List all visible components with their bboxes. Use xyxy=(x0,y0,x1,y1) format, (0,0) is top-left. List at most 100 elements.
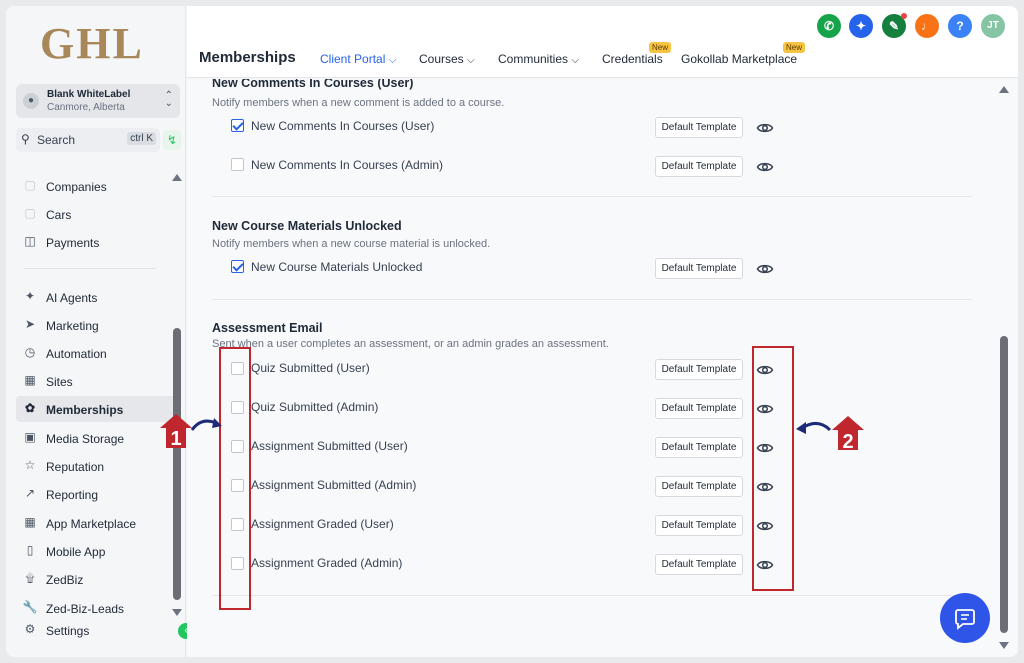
account-switcher[interactable]: ● Blank WhiteLabel Canmore, Alberta ⌃ ⌄ xyxy=(16,84,180,118)
default-template-button[interactable]: Default Template xyxy=(655,437,743,458)
notification-label: New Course Materials Unlocked xyxy=(251,260,423,274)
page-title: Memberships xyxy=(199,49,296,66)
app-window: GHL ● Blank WhiteLabel Canmore, Alberta … xyxy=(6,6,1018,657)
default-template-button[interactable]: Default Template xyxy=(655,258,743,279)
automation-icon: ◷ xyxy=(24,345,36,359)
user-avatar[interactable]: JT xyxy=(981,14,1005,38)
chevron-down-icon: ⌵ xyxy=(571,55,579,66)
bell-icon[interactable]: ♩ xyxy=(915,14,939,38)
brand-logo[interactable]: GHL xyxy=(40,18,144,69)
annotation-number: 1 xyxy=(170,428,181,450)
sidebar-item-label: Mobile App xyxy=(46,545,106,559)
default-template-button[interactable]: Default Template xyxy=(655,515,743,536)
quick-action-bolt-icon[interactable]: ↯ xyxy=(163,130,181,150)
notification-label: Assignment Submitted (User) xyxy=(251,439,408,453)
cube-icon: ▢ xyxy=(24,178,36,192)
sidebar-item-cars[interactable]: ▢ Cars xyxy=(16,201,176,227)
search-button[interactable]: ⚲ Search ctrl K xyxy=(16,128,160,152)
new-badge: New xyxy=(783,42,806,53)
chat-widget-button[interactable] xyxy=(940,593,990,643)
sidebar-item-label: Cars xyxy=(46,208,72,222)
notification-label: New Comments In Courses (User) xyxy=(251,119,435,133)
gear-icon: ⚙ xyxy=(24,622,36,636)
sidebar: GHL ● Blank WhiteLabel Canmore, Alberta … xyxy=(6,6,186,657)
sidebar-item-reporting[interactable]: ↗ Reporting xyxy=(16,481,176,507)
tab-label: Client Portal xyxy=(320,52,386,66)
tab-client-portal[interactable]: Client Portal ⌵ xyxy=(320,52,396,66)
section-title: New Course Materials Unlocked xyxy=(212,219,402,233)
magic-wand-icon[interactable]: ✦ xyxy=(849,14,873,38)
phone-icon[interactable]: ✆ xyxy=(817,14,841,38)
account-name: Blank WhiteLabel xyxy=(47,89,131,100)
default-template-button[interactable]: Default Template xyxy=(655,398,743,419)
sidebar-item-media-storage[interactable]: ▣ Media Storage xyxy=(16,425,176,451)
sidebar-item-payments[interactable]: ◫ Payments xyxy=(16,229,176,255)
notification-checkbox[interactable] xyxy=(231,119,244,132)
chevron-down-icon: ⌵ xyxy=(388,55,397,66)
sidebar-item-marketing[interactable]: ➤ Marketing xyxy=(16,312,176,338)
sidebar-item-sites[interactable]: ▦ Sites xyxy=(16,368,176,394)
sidebar-item-label: App Marketplace xyxy=(46,517,137,531)
star-icon: ☆ xyxy=(24,458,36,472)
tab-courses[interactable]: Courses ⌵ xyxy=(419,52,475,66)
sidebar-item-label: ZedBiz xyxy=(46,573,84,587)
sidebar-item-mobile-app[interactable]: ▯ Mobile App xyxy=(16,538,176,564)
sidebar-item-automation[interactable]: ◷ Automation xyxy=(16,340,176,366)
sidebar-item-label: Automation xyxy=(46,347,107,361)
help-icon[interactable]: ? xyxy=(948,14,972,38)
default-template-button[interactable]: Default Template xyxy=(655,554,743,575)
receipt-icon: ◫ xyxy=(24,234,36,248)
default-template-button[interactable]: Default Template xyxy=(655,359,743,380)
chevron-up-down-icon: ⌃ ⌄ xyxy=(164,90,173,109)
sidebar-item-label: Settings xyxy=(46,624,90,638)
sidebar-item-reputation[interactable]: ☆ Reputation xyxy=(16,453,176,479)
notification-checkbox[interactable] xyxy=(231,158,244,171)
eye-icon[interactable] xyxy=(756,119,774,137)
sidebar-item-zedbiz[interactable]: ۩ ZedBiz xyxy=(16,566,176,592)
annotation-box-preview-icons xyxy=(752,346,794,591)
section-description: Sent when a user completes an assessment… xyxy=(212,338,609,350)
notification-label: Quiz Submitted (User) xyxy=(251,361,370,375)
tab-label: Courses xyxy=(419,52,464,66)
tab-credentials[interactable]: Credentials xyxy=(602,52,663,66)
sidebar-item-app-marketplace[interactable]: ▦ App Marketplace xyxy=(16,510,176,536)
sidebar-item-label: Payments xyxy=(46,236,100,250)
section-description: Notify members when a new comment is add… xyxy=(212,97,505,109)
section-description: Notify members when a new course materia… xyxy=(212,238,491,250)
sidebar-scroll-down-arrow[interactable] xyxy=(172,609,182,616)
content-scroll-up-arrow[interactable] xyxy=(999,86,1009,93)
default-template-button[interactable]: Default Template xyxy=(655,476,743,497)
sidebar-item-ai-agents[interactable]: ✦ AI Agents xyxy=(16,284,176,310)
sidebar-item-settings[interactable]: ⚙ Settings xyxy=(16,617,176,643)
section-divider xyxy=(212,299,972,300)
notification-label: Quiz Submitted (Admin) xyxy=(251,400,379,414)
tab-label: Communities xyxy=(498,52,569,66)
tab-communities[interactable]: Communities ⌵ xyxy=(498,52,579,66)
section-divider xyxy=(212,595,972,596)
tab-gokollab-marketplace[interactable]: Gokollab Marketplace xyxy=(681,52,797,66)
section-divider xyxy=(212,196,972,197)
notifications-settings-panel: New Comments In Courses (User) Notify me… xyxy=(187,79,1018,657)
sidebar-divider xyxy=(24,268,156,269)
content-scrollbar-thumb[interactable] xyxy=(1000,336,1008,633)
sparkle-icon: ✦ xyxy=(24,289,36,303)
search-label: Search xyxy=(37,133,76,147)
sidebar-item-label: Zed-Biz-Leads xyxy=(46,602,125,616)
default-template-button[interactable]: Default Template xyxy=(655,117,743,138)
search-icon: ⚲ xyxy=(21,132,30,146)
sidebar-item-memberships[interactable]: ✿ Memberships xyxy=(16,396,176,422)
notification-label: Assignment Graded (Admin) xyxy=(251,556,403,570)
notification-checkbox[interactable] xyxy=(231,260,244,273)
phone-icon: ▯ xyxy=(26,543,34,557)
sidebar-item-companies[interactable]: ▢ Companies xyxy=(16,173,176,199)
eye-icon[interactable] xyxy=(756,260,774,278)
badge-icon: ✿ xyxy=(24,401,36,415)
wrench-icon: 🔧 xyxy=(22,600,38,614)
sidebar-scrollbar-thumb[interactable] xyxy=(173,328,181,600)
default-template-button[interactable]: Default Template xyxy=(655,156,743,177)
notification-label: Assignment Submitted (Admin) xyxy=(251,478,417,492)
eye-icon[interactable] xyxy=(756,158,774,176)
content-scroll-down-arrow[interactable] xyxy=(999,642,1009,649)
cube-icon: ▢ xyxy=(24,206,36,220)
notification-dot xyxy=(901,13,907,19)
